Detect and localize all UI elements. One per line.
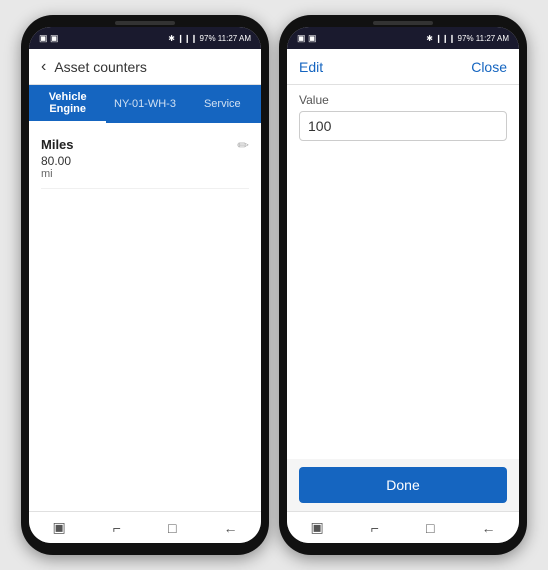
edit-content-inner: Value [287, 85, 519, 459]
edit-header: Edit Close [287, 49, 519, 85]
phones-container: ▣ ▣ ✱ ❙❙❙ 97% 11:27 AM ‹ Asset counters … [21, 15, 527, 555]
edit-screen-content: Value Done [287, 85, 519, 511]
value-input-wrapper [287, 111, 519, 149]
close-button[interactable]: Close [471, 59, 507, 75]
bottom-nav-2: ▣ ⌐ □ ← [287, 511, 519, 543]
status-right-1: ✱ ❙❙❙ 97% 11:27 AM [168, 34, 251, 43]
phone-1-screen: ▣ ▣ ✱ ❙❙❙ 97% 11:27 AM ‹ Asset counters … [29, 27, 261, 543]
tab-ny-01-wh-3[interactable]: NY-01-WH-3 [106, 85, 183, 123]
status-left-2: ▣ ▣ [297, 33, 317, 44]
miles-label: Miles [41, 137, 74, 152]
nav-home-icon-2[interactable]: □ [426, 520, 434, 536]
screen-title: Asset counters [54, 59, 147, 75]
value-input[interactable] [299, 111, 507, 141]
phone-2: ▣ ▣ ✱ ❙❙❙ 97% 11:27 AM Edit Close Value [279, 15, 527, 555]
nav-corner-icon[interactable]: ⌐ [113, 520, 121, 536]
nav-square-icon[interactable]: ▣ [53, 519, 66, 536]
status-bar-1: ▣ ▣ ✱ ❙❙❙ 97% 11:27 AM [29, 27, 261, 49]
nav-back-icon-2[interactable]: ← [481, 520, 495, 536]
phone-1: ▣ ▣ ✱ ❙❙❙ 97% 11:27 AM ‹ Asset counters … [21, 15, 269, 555]
tab-vehicle-engine[interactable]: Vehicle Engine [29, 85, 106, 123]
status-bar-2: ▣ ▣ ✱ ❙❙❙ 97% 11:27 AM [287, 27, 519, 49]
nav-back-icon[interactable]: ← [223, 520, 237, 536]
content-area-1: Miles 80.00 mi ✏ [29, 123, 261, 511]
edit-title-label: Edit [299, 59, 323, 75]
status-left-1: ▣ ▣ [39, 33, 59, 44]
phone-2-screen: ▣ ▣ ✱ ❙❙❙ 97% 11:27 AM Edit Close Value [287, 27, 519, 543]
nav-square-icon-2[interactable]: ▣ [311, 519, 324, 536]
value-label: Value [287, 85, 519, 111]
bottom-nav-1: ▣ ⌐ □ ← [29, 511, 261, 543]
tab-bar: Vehicle Engine NY-01-WH-3 Service [29, 85, 261, 123]
status-right-2: ✱ ❙❙❙ 97% 11:27 AM [426, 34, 509, 43]
back-button[interactable]: ‹ [41, 58, 46, 76]
tab-service[interactable]: Service [184, 85, 261, 123]
miles-unit: mi [41, 168, 74, 180]
edit-pencil-icon[interactable]: ✏ [237, 137, 249, 154]
done-button[interactable]: Done [299, 467, 507, 503]
miles-info: Miles 80.00 mi [41, 137, 74, 180]
miles-row: Miles 80.00 mi ✏ [41, 133, 249, 189]
miles-value: 80.00 [41, 154, 74, 168]
nav-home-icon[interactable]: □ [168, 520, 176, 536]
app-header-1: ‹ Asset counters [29, 49, 261, 85]
nav-corner-icon-2[interactable]: ⌐ [371, 520, 379, 536]
done-btn-area: Done [287, 459, 519, 511]
